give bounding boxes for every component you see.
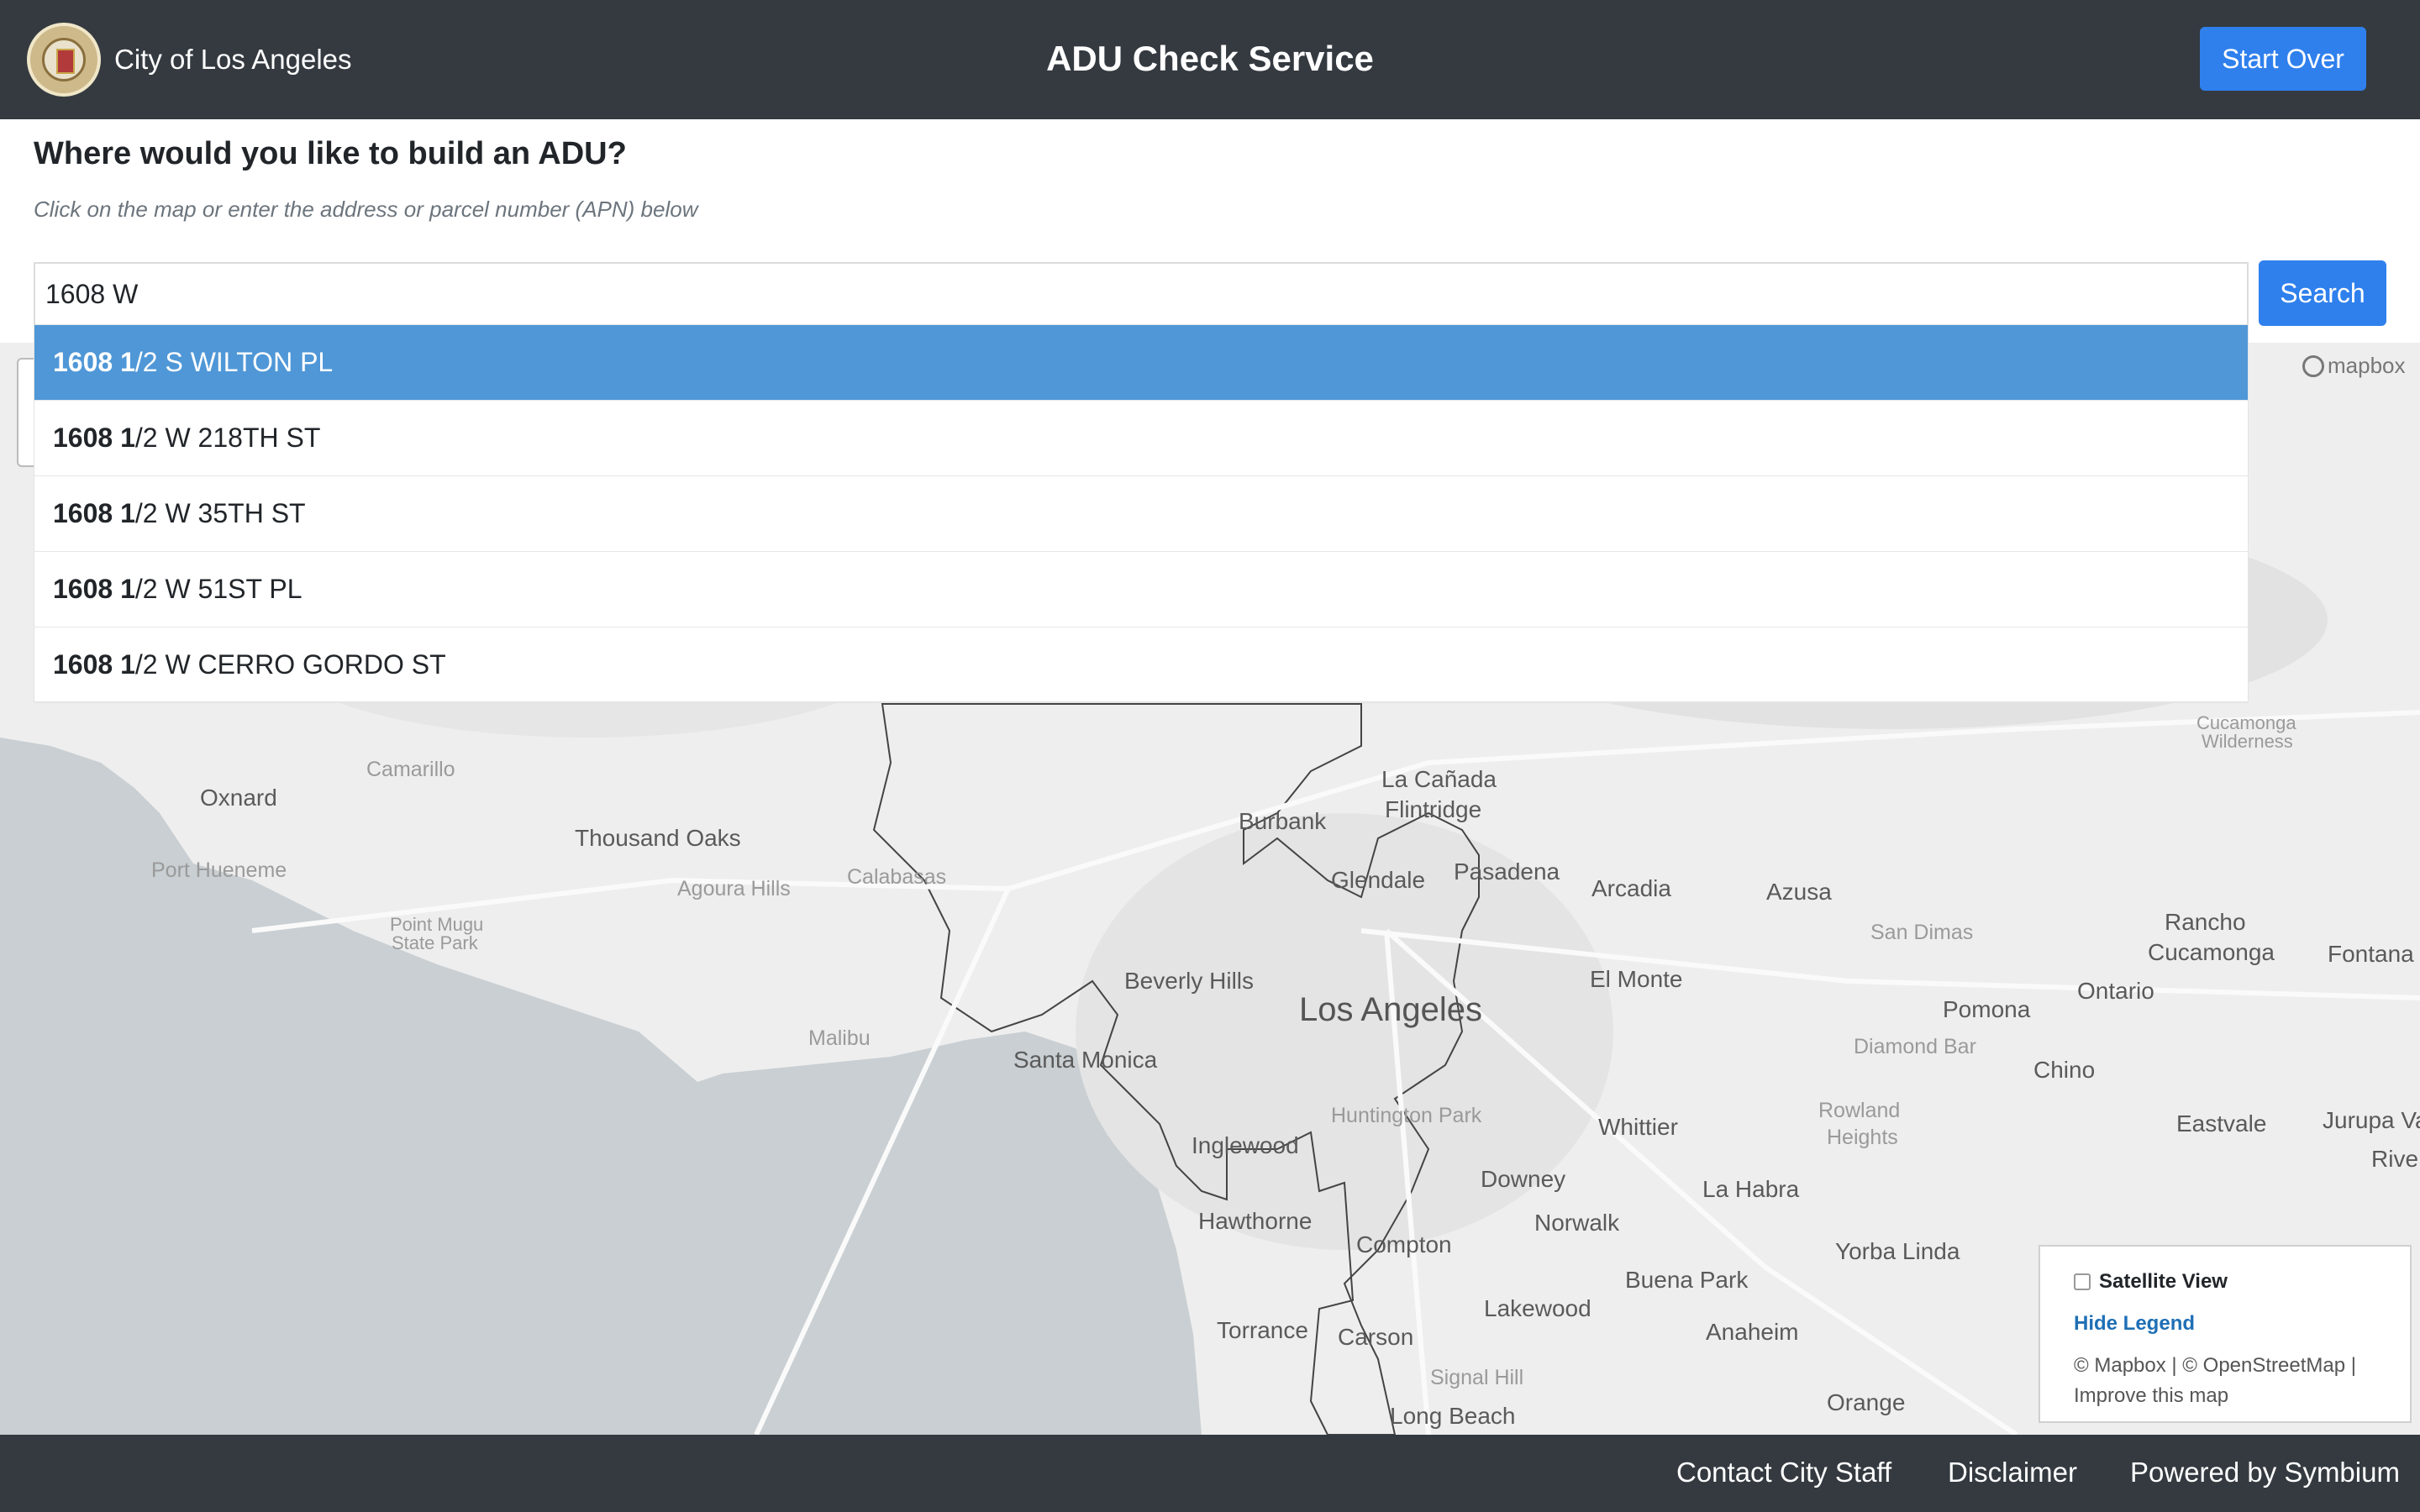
map-label: Inglewood — [1192, 1132, 1299, 1158]
suggestion-rest: /2 W 218TH ST — [134, 423, 321, 453]
top-navbar: City of Los Angeles ADU Check Service St… — [0, 0, 2420, 119]
map-label: Malibu — [808, 1026, 871, 1050]
map-label: Buena Park — [1625, 1267, 1749, 1293]
satellite-checkbox[interactable] — [2074, 1273, 2091, 1290]
hide-legend-link[interactable]: Hide Legend — [2074, 1312, 2195, 1336]
map-label: Long Beach — [1390, 1403, 1516, 1429]
map-label: Pasadena — [1454, 858, 1560, 885]
suggestion-item[interactable]: 1608 1/2 S WILTON PL — [34, 325, 2248, 401]
map-label: Whittier — [1598, 1114, 1678, 1140]
address-suggestions-dropdown: 1608 1/2 S WILTON PL 1608 1/2 W 218TH ST… — [34, 324, 2249, 703]
map-label: Orange — [1827, 1389, 1906, 1415]
suggestion-match: 1608 1 — [53, 649, 135, 680]
map-label: Thousand Oaks — [575, 825, 741, 851]
map-label: Yorba Linda — [1835, 1238, 1960, 1264]
page-heading: Where would you like to build an ADU? — [34, 136, 627, 171]
mapbox-wordmark: mapbox — [2328, 353, 2406, 378]
suggestion-item[interactable]: 1608 1/2 W CERRO GORDO ST — [34, 627, 2248, 703]
map-label: La Cañada — [1381, 766, 1497, 792]
suggestion-match: 1608 1 — [53, 498, 135, 528]
map-label: Jurupa Valle — [2323, 1107, 2420, 1133]
app-title: ADU Check Service — [1046, 39, 1374, 78]
disclaimer-link[interactable]: Disclaimer — [1948, 1457, 2077, 1488]
map-label: Port Hueneme — [151, 858, 287, 882]
start-over-button[interactable]: Start Over — [2200, 27, 2366, 91]
map-label: Oxnard — [200, 785, 277, 811]
mapbox-icon — [2302, 354, 2324, 377]
map-label: Calabasas — [847, 865, 947, 889]
suggestion-rest: /2 S WILTON PL — [134, 347, 334, 377]
map-label: Arcadia — [1591, 875, 1671, 901]
map-label: El Monte — [1590, 966, 1683, 992]
map-label: Pomona — [1943, 996, 2031, 1022]
map-label: Heights — [1827, 1126, 1898, 1149]
map-label: Anaheim — [1706, 1319, 1799, 1345]
contact-city-staff-link[interactable]: Contact City Staff — [1676, 1457, 1891, 1488]
map-label: Chino — [2033, 1057, 2096, 1083]
suggestion-match: 1608 1 — [53, 574, 135, 604]
map-label: Santa Monica — [1013, 1047, 1158, 1073]
map-zoom-control[interactable] — [17, 358, 35, 467]
suggestion-rest: /2 W 35TH ST — [134, 498, 306, 528]
satellite-label: Satellite View — [2099, 1270, 2228, 1293]
map-label: Compton — [1356, 1231, 1452, 1257]
map-label: Beverly Hills — [1124, 968, 1255, 994]
map-label: Agoura Hills — [677, 877, 791, 900]
map-label: Rancho — [2165, 909, 2246, 935]
search-button[interactable]: Search — [2259, 260, 2386, 326]
map-label: Camarillo — [366, 758, 455, 781]
map-label: Wilderness — [2202, 731, 2293, 752]
footer-bar: Contact City Staff Disclaimer Powered by… — [0, 1435, 2420, 1512]
map-label: Burbank — [1239, 808, 1327, 834]
map-label: Huntington Park — [1331, 1104, 1482, 1127]
address-search-input[interactable] — [34, 262, 2249, 326]
map-label: Azusa — [1766, 879, 1832, 905]
suggestion-item[interactable]: 1608 1/2 W 218TH ST — [34, 401, 2248, 476]
map-label: Fontana — [2328, 941, 2414, 967]
map-label: State Park — [392, 932, 478, 953]
map-label: Glendale — [1331, 867, 1426, 893]
map-label: Signal Hill — [1430, 1366, 1524, 1389]
map-label: Eastvale — [2176, 1110, 2267, 1137]
suggestion-rest: /2 W 51ST PL — [134, 574, 302, 604]
improve-map-link[interactable]: Improve this map — [2074, 1381, 2393, 1411]
map-label: San Dimas — [1870, 921, 1974, 944]
attribution-line[interactable]: © Mapbox | © OpenStreetMap | — [2074, 1351, 2393, 1381]
map-label: Rive — [2371, 1146, 2419, 1172]
map-label: Diamond Bar — [1854, 1035, 1976, 1058]
map-label: Downey — [1481, 1166, 1566, 1192]
address-prompt-panel: Where would you like to build an ADU? Cl… — [0, 119, 2420, 343]
map-label: Rowland — [1818, 1099, 1901, 1122]
powered-by-symbium-link[interactable]: Powered by Symbium — [2130, 1457, 2400, 1488]
satellite-view-toggle[interactable]: Satellite View — [2074, 1270, 2228, 1294]
map-label: Ontario — [2077, 978, 2154, 1004]
suggestion-item[interactable]: 1608 1/2 W 35TH ST — [34, 476, 2248, 552]
map-legend: Satellite View Hide Legend © Mapbox | © … — [2039, 1245, 2412, 1423]
map-label: Hawthorne — [1198, 1208, 1313, 1234]
map-label: Los Angeles — [1299, 991, 1482, 1028]
map-label: La Habra — [1702, 1176, 1800, 1202]
suggestion-match: 1608 1 — [53, 347, 135, 377]
map-label: Cucamonga — [2148, 939, 2275, 965]
mapbox-logo[interactable]: mapbox — [2302, 353, 2406, 379]
suggestion-rest: /2 W CERRO GORDO ST — [134, 649, 446, 680]
map-label: Lakewood — [1484, 1295, 1591, 1321]
map-label: Flintridge — [1385, 796, 1482, 822]
suggestion-item[interactable]: 1608 1/2 W 51ST PL — [34, 552, 2248, 627]
map-label: Norwalk — [1534, 1210, 1620, 1236]
page-instructions: Click on the map or enter the address or… — [34, 197, 698, 222]
map-label: Carson — [1338, 1324, 1414, 1350]
suggestion-match: 1608 1 — [53, 423, 135, 453]
map-label: Torrance — [1217, 1317, 1308, 1343]
map-attribution: © Mapbox | © OpenStreetMap | Improve thi… — [2074, 1351, 2393, 1411]
